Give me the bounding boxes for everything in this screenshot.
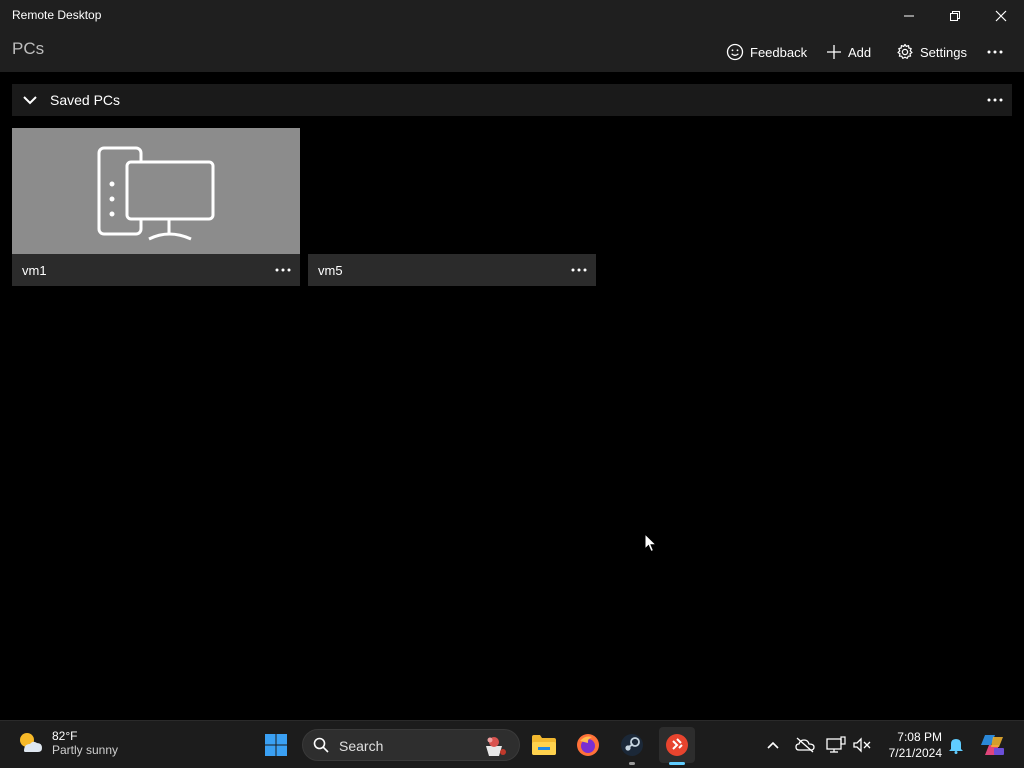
plus-icon: [827, 45, 841, 59]
bell-icon: [949, 739, 963, 754]
computer-icon: [97, 146, 215, 241]
page-title: PCs: [12, 39, 45, 58]
restore-icon: [950, 11, 960, 21]
search-highlight-icon: [486, 737, 506, 756]
start-icon: [265, 734, 287, 756]
clock-time: 7:08 PM: [897, 730, 942, 744]
saved-pcs-group[interactable]: Saved PCs: [12, 84, 1012, 116]
onedrive-icon: [795, 737, 815, 753]
feedback-button[interactable]: Feedback: [726, 40, 807, 64]
steam-icon: [621, 734, 643, 756]
chevron-down-icon[interactable]: [22, 92, 38, 108]
partly-sunny-icon: [20, 733, 42, 752]
pc-name-bar[interactable]: vm5: [308, 254, 596, 286]
taskbar: 82°F Partly sunny Search 7:08 PM 7/21/20…: [0, 720, 1024, 768]
pc-name: vm5: [318, 263, 343, 278]
pc-name-bar[interactable]: vm1: [12, 254, 300, 286]
firefox-button[interactable]: [570, 727, 606, 763]
close-icon: [995, 10, 1007, 22]
pc-name: vm1: [22, 263, 47, 278]
remote-desktop-active-indicator: [669, 762, 685, 765]
search-placeholder: Search: [339, 738, 384, 754]
copilot-icon: [981, 735, 1004, 755]
settings-button[interactable]: Settings: [896, 40, 967, 64]
firefox-icon: [577, 734, 599, 756]
group-more-icon[interactable]: [986, 92, 1004, 108]
settings-label: Settings: [920, 44, 967, 60]
close-button[interactable]: [978, 0, 1024, 32]
add-button[interactable]: Add: [826, 40, 871, 64]
clock-date: 7/21/2024: [888, 746, 942, 760]
file-explorer-button[interactable]: [526, 727, 562, 763]
pc-tile-vm1[interactable]: vm1: [12, 128, 300, 286]
feedback-label: Feedback: [750, 44, 808, 60]
volume-muted-icon: [853, 737, 871, 753]
minimize-button[interactable]: [886, 0, 932, 32]
file-explorer-icon: [532, 735, 556, 755]
more-icon: [987, 50, 1003, 54]
add-label: Add: [848, 44, 872, 60]
more-options-button[interactable]: [986, 40, 1004, 64]
pc-thumbnail[interactable]: [12, 128, 300, 254]
volume-button[interactable]: [844, 727, 880, 763]
pc-tile-vm5[interactable]: vm5: [308, 128, 596, 286]
app-title: Remote Desktop: [12, 8, 102, 22]
minimize-icon: [904, 15, 914, 17]
smiley-icon: [726, 43, 744, 61]
remote-desktop-icon: [666, 734, 688, 756]
chevron-up-icon: [767, 741, 779, 749]
restore-button[interactable]: [932, 0, 978, 32]
gear-icon: [897, 43, 913, 59]
notifications-button[interactable]: [938, 727, 974, 763]
group-label: Saved PCs: [50, 92, 121, 108]
network-icon: [826, 736, 846, 753]
pc-more-icon[interactable]: [570, 262, 588, 278]
mouse-cursor-icon: [644, 533, 658, 553]
header: PCs Feedback Add Settings: [0, 32, 1024, 72]
copilot-button[interactable]: [974, 727, 1010, 763]
taskbar-search[interactable]: Search: [302, 729, 520, 761]
steam-running-indicator: [629, 762, 635, 765]
weather-condition: Partly sunny: [52, 743, 119, 757]
start-button[interactable]: [258, 727, 294, 763]
search-icon: [313, 737, 329, 753]
weather-temp: 82°F: [52, 729, 78, 743]
remote-desktop-button[interactable]: [659, 727, 695, 763]
pc-more-icon[interactable]: [274, 262, 292, 278]
weather-widget[interactable]: 82°F Partly sunny: [16, 729, 118, 757]
title-bar: Remote Desktop: [0, 0, 1024, 32]
steam-button[interactable]: [614, 727, 650, 763]
clock[interactable]: 7:08 PM 7/21/2024: [880, 729, 942, 761]
show-hidden-icons-button[interactable]: [755, 727, 791, 763]
